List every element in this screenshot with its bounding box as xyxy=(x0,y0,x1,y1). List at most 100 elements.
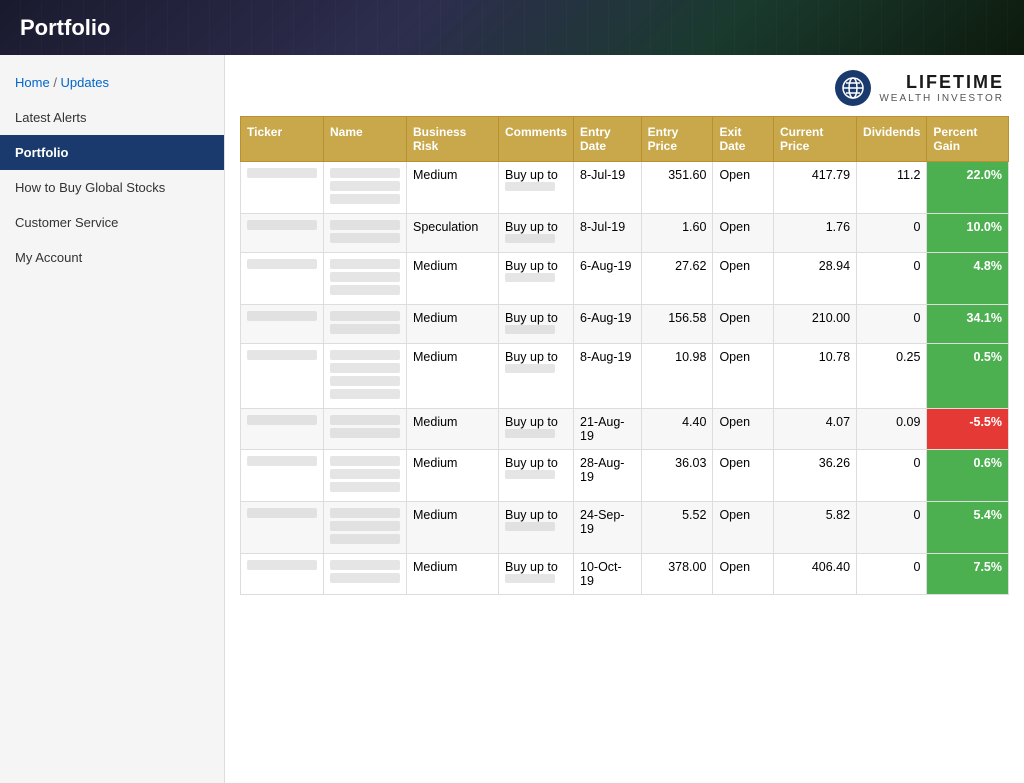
cell-dividends: 0 xyxy=(857,253,927,305)
cell-current-price: 28.94 xyxy=(774,253,857,305)
cell-comments: Buy up to xyxy=(498,409,573,450)
logo-circle xyxy=(835,70,871,106)
col-exit-date: Exit Date xyxy=(713,117,774,162)
cell-exit-date: Open xyxy=(713,214,774,253)
cell-business-risk: Medium xyxy=(407,502,499,554)
table-row: MediumBuy up to10-Oct-19378.00Open406.40… xyxy=(241,554,1009,595)
cell-current-price: 5.82 xyxy=(774,502,857,554)
cell-name xyxy=(324,554,407,595)
logo-area: LIFETIME WEALTH INVESTOR xyxy=(240,70,1009,106)
cell-comments: Buy up to xyxy=(498,450,573,502)
portfolio-table: Ticker Name Business Risk Comments Entry… xyxy=(240,116,1009,595)
cell-ticker xyxy=(241,305,324,344)
cell-ticker xyxy=(241,450,324,502)
cell-name xyxy=(324,502,407,554)
cell-name xyxy=(324,214,407,253)
breadcrumb-updates[interactable]: Updates xyxy=(61,75,109,90)
sidebar-item-latest-alerts[interactable]: Latest Alerts xyxy=(0,100,224,135)
cell-entry-date: 10-Oct-19 xyxy=(574,554,642,595)
main-layout: Home / Updates Latest Alerts Portfolio H… xyxy=(0,55,1024,783)
page-title: Portfolio xyxy=(20,15,110,41)
cell-exit-date: Open xyxy=(713,344,774,409)
sidebar-item-how-to-buy[interactable]: How to Buy Global Stocks xyxy=(0,170,224,205)
table-row: MediumBuy up to8-Aug-1910.98Open10.780.2… xyxy=(241,344,1009,409)
cell-comments: Buy up to xyxy=(498,554,573,595)
cell-exit-date: Open xyxy=(713,409,774,450)
cell-entry-price: 351.60 xyxy=(641,162,713,214)
cell-dividends: 0 xyxy=(857,305,927,344)
logo-name: LIFETIME xyxy=(879,72,1004,93)
col-dividends: Dividends xyxy=(857,117,927,162)
col-entry-price: Entry Price xyxy=(641,117,713,162)
cell-entry-price: 4.40 xyxy=(641,409,713,450)
cell-entry-date: 24-Sep-19 xyxy=(574,502,642,554)
cell-business-risk: Medium xyxy=(407,162,499,214)
table-row: MediumBuy up to28-Aug-1936.03Open36.2600… xyxy=(241,450,1009,502)
cell-business-risk: Speculation xyxy=(407,214,499,253)
cell-current-price: 36.26 xyxy=(774,450,857,502)
cell-dividends: 0 xyxy=(857,502,927,554)
cell-entry-price: 36.03 xyxy=(641,450,713,502)
col-entry-date: Entry Date xyxy=(574,117,642,162)
col-business-risk: Business Risk xyxy=(407,117,499,162)
cell-exit-date: Open xyxy=(713,305,774,344)
cell-ticker xyxy=(241,409,324,450)
cell-exit-date: Open xyxy=(713,162,774,214)
cell-entry-date: 21-Aug-19 xyxy=(574,409,642,450)
col-percent-gain: Percent Gain xyxy=(927,117,1009,162)
breadcrumb-home[interactable]: Home xyxy=(15,75,50,90)
cell-entry-date: 8-Aug-19 xyxy=(574,344,642,409)
table-row: MediumBuy up to6-Aug-19156.58Open210.000… xyxy=(241,305,1009,344)
table-row: SpeculationBuy up to8-Jul-191.60Open1.76… xyxy=(241,214,1009,253)
cell-business-risk: Medium xyxy=(407,554,499,595)
sidebar-item-portfolio[interactable]: Portfolio xyxy=(0,135,224,170)
cell-entry-price: 378.00 xyxy=(641,554,713,595)
cell-dividends: 0 xyxy=(857,554,927,595)
table-row: MediumBuy up to24-Sep-195.52Open5.8205.4… xyxy=(241,502,1009,554)
col-comments: Comments xyxy=(498,117,573,162)
cell-name xyxy=(324,409,407,450)
cell-business-risk: Medium xyxy=(407,409,499,450)
cell-entry-price: 5.52 xyxy=(641,502,713,554)
cell-percent-gain: -5.5% xyxy=(927,409,1009,450)
col-ticker: Ticker xyxy=(241,117,324,162)
sidebar: Home / Updates Latest Alerts Portfolio H… xyxy=(0,55,225,783)
cell-dividends: 11.2 xyxy=(857,162,927,214)
col-name: Name xyxy=(324,117,407,162)
cell-name xyxy=(324,253,407,305)
cell-name xyxy=(324,162,407,214)
cell-ticker xyxy=(241,554,324,595)
cell-business-risk: Medium xyxy=(407,344,499,409)
cell-current-price: 406.40 xyxy=(774,554,857,595)
table-row: MediumBuy up to6-Aug-1927.62Open28.9404.… xyxy=(241,253,1009,305)
cell-exit-date: Open xyxy=(713,450,774,502)
cell-comments: Buy up to xyxy=(498,253,573,305)
breadcrumb[interactable]: Home / Updates xyxy=(0,65,224,100)
logo-text: LIFETIME WEALTH INVESTOR xyxy=(879,72,1004,104)
table-row: MediumBuy up to21-Aug-194.40Open4.070.09… xyxy=(241,409,1009,450)
cell-ticker xyxy=(241,502,324,554)
cell-percent-gain: 0.5% xyxy=(927,344,1009,409)
cell-current-price: 4.07 xyxy=(774,409,857,450)
cell-entry-date: 8-Jul-19 xyxy=(574,214,642,253)
cell-current-price: 417.79 xyxy=(774,162,857,214)
cell-percent-gain: 7.5% xyxy=(927,554,1009,595)
sidebar-item-my-account[interactable]: My Account xyxy=(0,240,224,275)
cell-percent-gain: 34.1% xyxy=(927,305,1009,344)
cell-ticker xyxy=(241,344,324,409)
breadcrumb-separator: / xyxy=(53,75,60,90)
cell-dividends: 0 xyxy=(857,214,927,253)
page-header: Portfolio xyxy=(0,0,1024,55)
cell-percent-gain: 10.0% xyxy=(927,214,1009,253)
cell-exit-date: Open xyxy=(713,502,774,554)
cell-entry-price: 1.60 xyxy=(641,214,713,253)
cell-dividends: 0.25 xyxy=(857,344,927,409)
cell-percent-gain: 0.6% xyxy=(927,450,1009,502)
cell-exit-date: Open xyxy=(713,253,774,305)
cell-current-price: 10.78 xyxy=(774,344,857,409)
cell-dividends: 0.09 xyxy=(857,409,927,450)
cell-exit-date: Open xyxy=(713,554,774,595)
sidebar-item-customer-service[interactable]: Customer Service xyxy=(0,205,224,240)
main-content: LIFETIME WEALTH INVESTOR Ticker Name Bus… xyxy=(225,55,1024,783)
cell-ticker xyxy=(241,214,324,253)
